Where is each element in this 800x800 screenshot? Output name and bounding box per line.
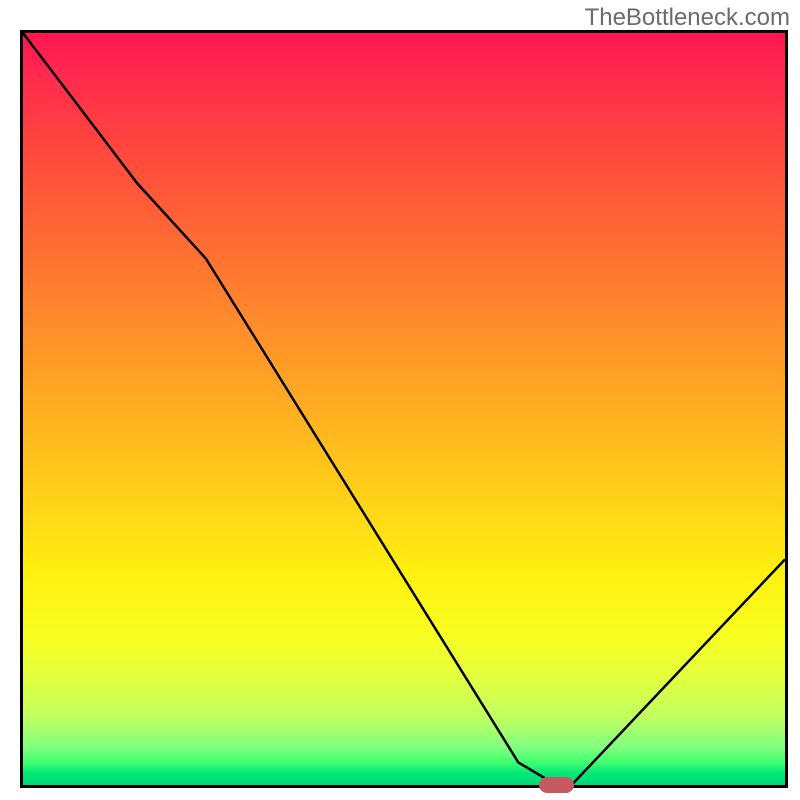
optimal-marker-icon [539, 777, 573, 792]
chart-container: TheBottleneck.com [0, 0, 800, 800]
watermark-text: TheBottleneck.com [585, 4, 790, 32]
bottleneck-curve [23, 33, 785, 785]
plot-area [20, 30, 788, 788]
